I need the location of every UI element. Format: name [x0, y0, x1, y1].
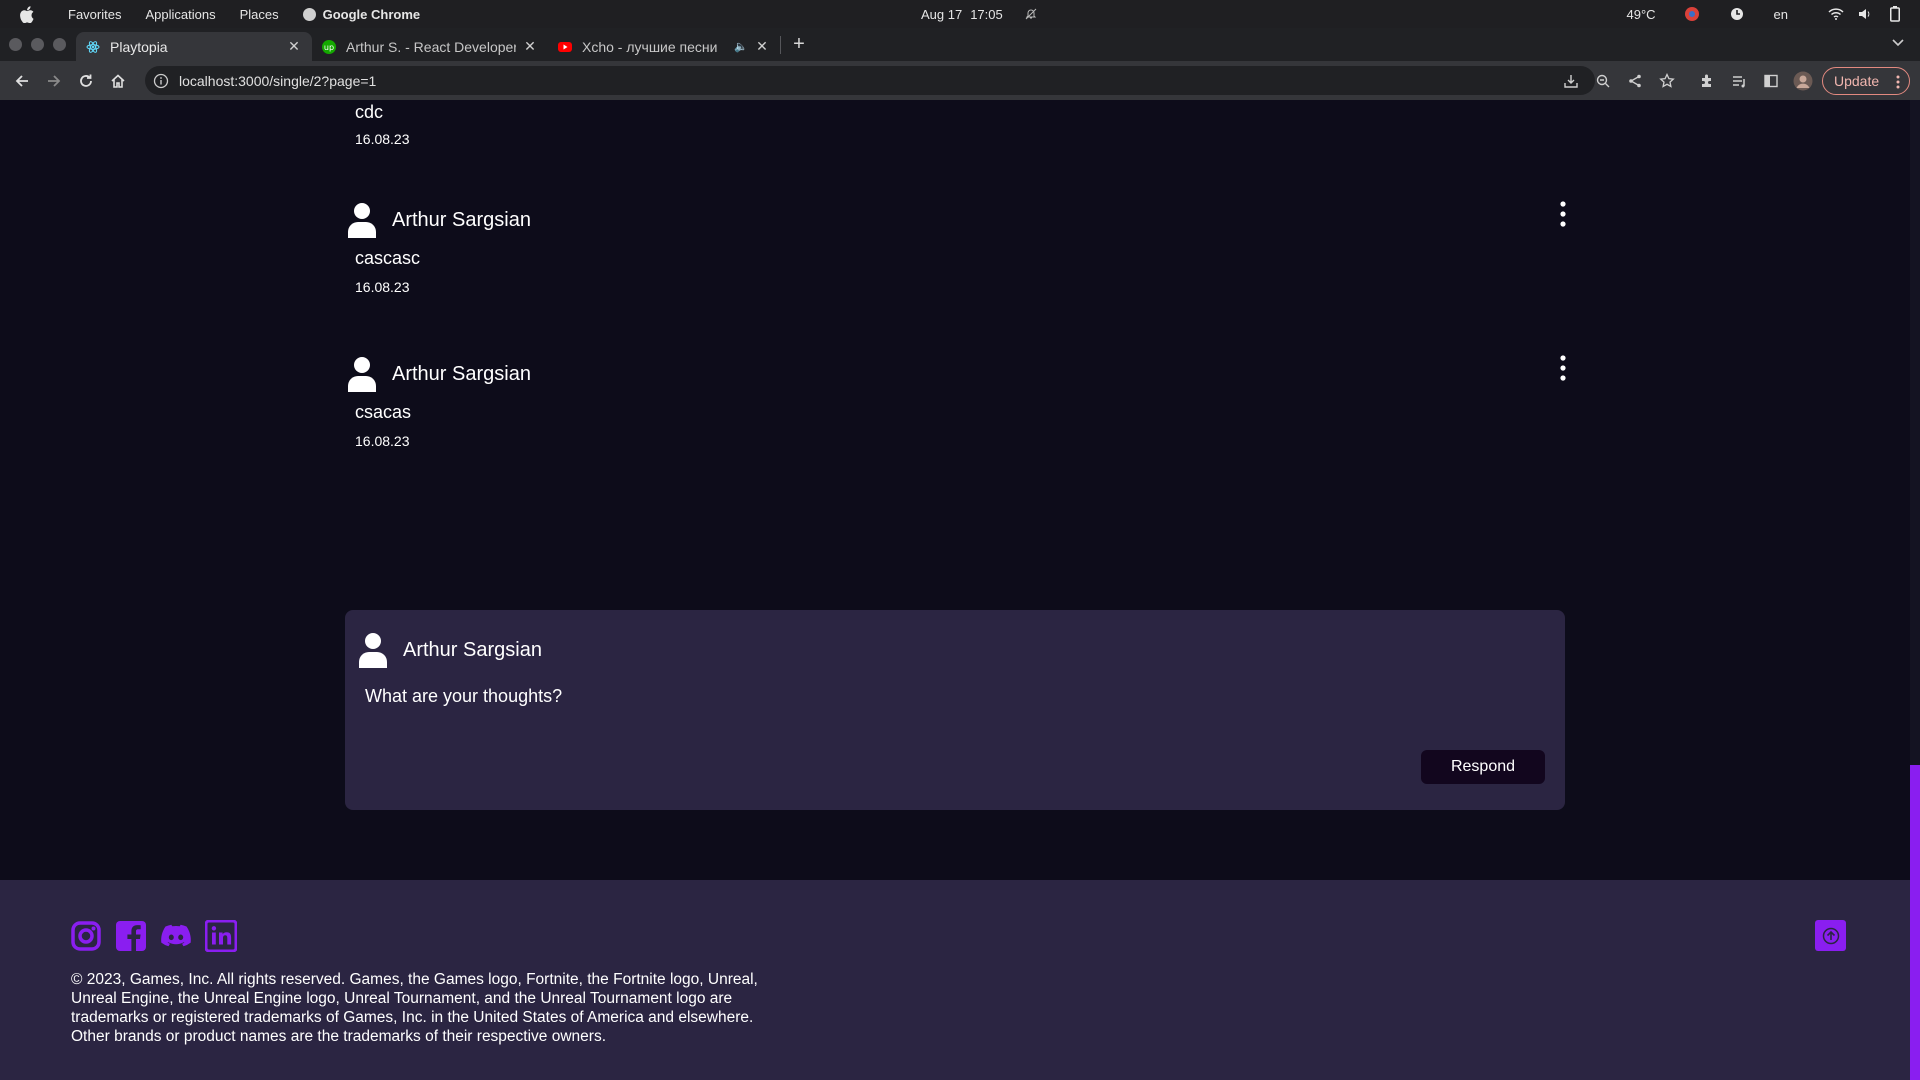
tab-title: Xcho - лучшие песни [582, 38, 718, 55]
facebook-icon[interactable] [115, 920, 147, 952]
tab-playtopia[interactable]: Playtopia ✕ [76, 32, 312, 61]
respond-author: Arthur Sargsian [403, 638, 542, 661]
comment-text: csacas [355, 402, 412, 422]
os-active-app[interactable]: Google Chrome [302, 6, 445, 22]
comment-item: Arthur Sargsian cascasc 16.08.23 [348, 200, 1568, 295]
scroll-to-top-button[interactable] [1815, 920, 1846, 951]
os-time: 17:05 [970, 6, 1003, 22]
wifi-icon[interactable] [1828, 8, 1844, 20]
comment-date: 16.08.23 [355, 279, 410, 295]
tab-close-icon[interactable]: ✕ [754, 38, 770, 55]
linkedin-icon[interactable] [205, 920, 237, 952]
tab-title: Playtopia [110, 38, 168, 55]
comment-date: 16.08.23 [355, 131, 410, 147]
bookmark-star-icon[interactable] [1651, 65, 1683, 97]
comment-item: cdc 16.08.23 [348, 102, 1568, 147]
window-controls [9, 38, 66, 51]
comment-author: Arthur Sargsian [392, 208, 531, 231]
respond-header: Arthur Sargsian [359, 630, 542, 670]
battery-icon[interactable] [1890, 6, 1900, 22]
tab-upwork-profile[interactable]: up Arthur S. - React Developer ✕ [312, 32, 548, 61]
react-icon [86, 40, 100, 54]
tab-close-icon[interactable]: ✕ [522, 38, 538, 55]
new-tab-button[interactable]: + [785, 31, 813, 59]
comment-text: cdc [355, 102, 384, 122]
os-menu-favorites[interactable]: Favorites [68, 7, 121, 22]
user-avatar-icon [359, 633, 387, 668]
comment-menu-icon[interactable] [1558, 354, 1568, 382]
os-active-app-name: Google Chrome [322, 6, 421, 22]
update-label: Update [1834, 73, 1880, 89]
forward-button[interactable] [38, 65, 70, 97]
share-icon[interactable] [1619, 65, 1651, 97]
arrow-left-icon [15, 74, 28, 87]
page-content: cdc 16.08.23 Arthur Sargsian cascasc 16.… [0, 100, 1910, 1080]
home-icon [111, 73, 125, 88]
chrome-app-icon [302, 7, 316, 21]
comment-date: 16.08.23 [355, 433, 410, 449]
os-top-bar: Favorites Applications Places Google Chr… [0, 0, 1920, 28]
back-button[interactable] [6, 65, 38, 97]
tab-search-chevron-icon[interactable] [1890, 34, 1906, 50]
svg-text:up: up [324, 43, 334, 52]
comment-menu-icon[interactable] [1558, 200, 1568, 228]
tab-youtube[interactable]: Xcho - лучшие песни 🔈 ✕ [548, 32, 780, 61]
apple-icon[interactable] [14, 0, 40, 28]
audio-playing-icon[interactable]: 🔈 [734, 40, 748, 53]
volume-icon[interactable] [1858, 8, 1872, 20]
browser-toolbar: localhost:3000/single/2?page=1 Update [0, 61, 1920, 100]
site-footer: © 2023, Games, Inc. All rights reserved.… [0, 880, 1910, 1080]
os-temperature[interactable]: 49°C [1626, 7, 1655, 22]
comment-author: Arthur Sargsian [392, 362, 531, 385]
comment-header: Arthur Sargsian [348, 354, 1568, 394]
user-avatar-icon [348, 203, 376, 238]
comment-text: cascasc [355, 248, 421, 268]
extensions-icon[interactable] [1691, 65, 1723, 97]
social-links [70, 920, 237, 952]
reload-icon [80, 74, 92, 87]
page-scrollbar-thumb[interactable] [1910, 765, 1920, 1080]
window-maximize-button[interactable] [53, 38, 66, 51]
address-bar[interactable]: localhost:3000/single/2?page=1 [145, 66, 1595, 95]
os-menu-places[interactable]: Places [240, 7, 279, 22]
media-queue-icon[interactable] [1723, 65, 1755, 97]
address-url: localhost:3000/single/2?page=1 [179, 72, 377, 89]
home-button[interactable] [102, 65, 134, 97]
instagram-icon[interactable] [70, 920, 102, 952]
tab-separator [780, 35, 781, 54]
os-date: Aug 17 [921, 6, 963, 22]
browser-tab-strip: Playtopia ✕ up Arthur S. - React Develop… [0, 28, 1920, 61]
more-vertical-icon [1896, 75, 1900, 89]
notifications-off-icon [1025, 8, 1037, 20]
discord-icon[interactable] [160, 920, 192, 952]
clock-icon[interactable] [1730, 7, 1744, 21]
tab-close-icon[interactable]: ✕ [286, 38, 302, 55]
reload-button[interactable] [70, 65, 102, 97]
side-panel-icon[interactable] [1755, 65, 1787, 97]
comment-item: Arthur Sargsian csacas 16.08.23 [348, 354, 1568, 449]
respond-textarea[interactable]: What are your thoughts? [365, 686, 562, 707]
profile-avatar[interactable] [1787, 65, 1819, 97]
arrow-right-icon [48, 74, 61, 87]
window-minimize-button[interactable] [31, 38, 44, 51]
os-language[interactable]: en [1774, 7, 1788, 22]
arrow-up-icon [1822, 927, 1839, 944]
os-clock[interactable]: Aug 17 17:05 [921, 0, 1037, 28]
zoom-icon[interactable] [1587, 65, 1619, 97]
window-close-button[interactable] [9, 38, 22, 51]
user-avatar-icon [348, 357, 376, 392]
respond-button[interactable]: Respond [1421, 750, 1545, 784]
os-menu-applications[interactable]: Applications [145, 7, 215, 22]
tab-title: Arthur S. - React Developer [346, 38, 516, 55]
upwork-icon: up [322, 39, 336, 54]
site-info-icon[interactable] [153, 73, 169, 89]
install-app-icon[interactable] [1555, 65, 1587, 97]
respond-card: Arthur Sargsian What are your thoughts? … [345, 610, 1565, 810]
tray-app-icon[interactable] [1684, 6, 1700, 22]
youtube-icon [558, 40, 572, 54]
copyright-text: © 2023, Games, Inc. All rights reserved.… [71, 971, 758, 1045]
chrome-update-button[interactable]: Update [1822, 67, 1910, 95]
comment-header: Arthur Sargsian [348, 200, 1568, 240]
